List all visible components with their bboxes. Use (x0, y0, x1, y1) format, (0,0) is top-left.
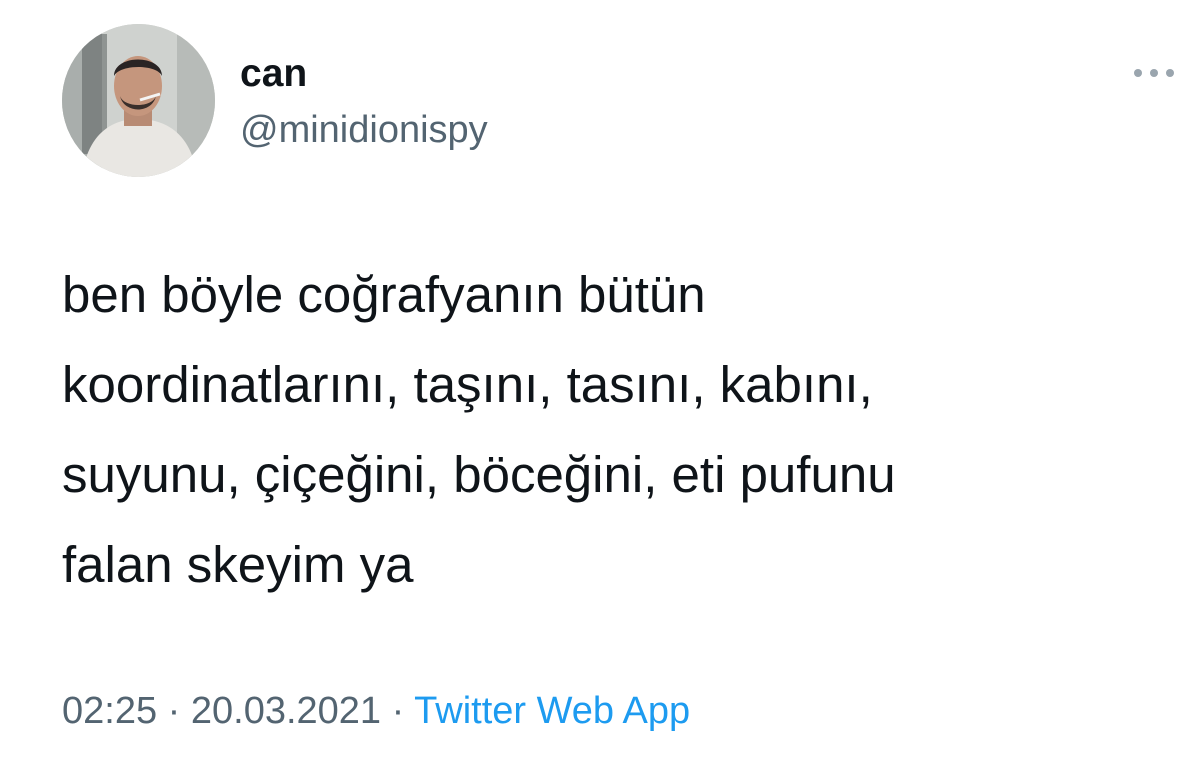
tweet-text: ben böyle coğrafyanın bütün koordinatlar… (62, 250, 1162, 610)
tweet-date[interactable]: 20.03.2021 (191, 690, 381, 732)
tweet-card: can @minidionispy ben böyle coğrafyanın … (0, 0, 1195, 757)
tweet-source-link[interactable]: Twitter Web App (414, 690, 690, 732)
display-name[interactable]: can (240, 50, 307, 98)
more-horizontal-icon (1134, 69, 1142, 77)
meta-separator: · (157, 690, 191, 732)
tweet-metadata: 02:25 · 20.03.2021 · Twitter Web App (62, 686, 690, 736)
tweet-text-line: falan skeyim ya (62, 536, 414, 593)
tweet-text-line: koordinatlarını, taşını, tasını, kabını, (62, 356, 873, 413)
more-options-button[interactable] (1128, 58, 1180, 88)
user-handle[interactable]: @minidionispy (240, 106, 488, 154)
tweet-time[interactable]: 02:25 (62, 690, 157, 732)
tweet-text-line: suyunu, çiçeğini, böceğini, eti pufunu (62, 446, 896, 503)
meta-separator: · (381, 690, 415, 732)
avatar[interactable] (62, 24, 215, 177)
tweet-text-line: ben böyle coğrafyanın bütün (62, 266, 706, 323)
avatar-photo (62, 24, 215, 177)
